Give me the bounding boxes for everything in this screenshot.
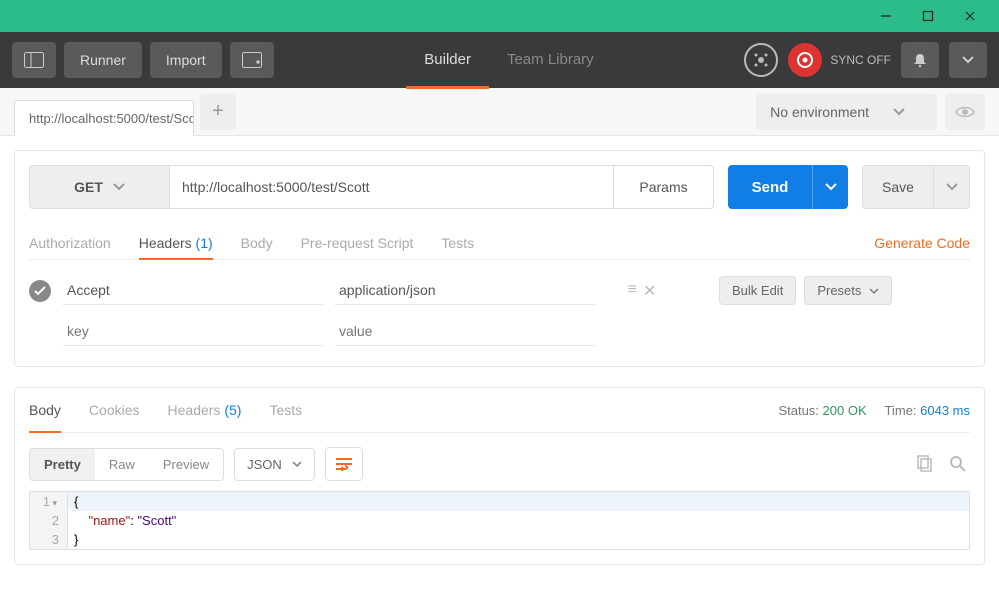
maximize-button[interactable] bbox=[907, 0, 949, 32]
environment-label: No environment bbox=[770, 104, 869, 120]
user-menu-button[interactable] bbox=[949, 42, 987, 78]
header-row-empty bbox=[29, 311, 970, 352]
request-tab[interactable]: http://localhost:5000/test/Scott bbox=[14, 100, 194, 136]
request-builder: GET Params Send Save Authorization Heade… bbox=[14, 150, 985, 367]
send-dropdown-button[interactable] bbox=[812, 165, 848, 209]
close-button[interactable] bbox=[949, 0, 991, 32]
bulk-edit-button[interactable]: Bulk Edit bbox=[719, 276, 796, 305]
header-key-input-empty[interactable] bbox=[63, 317, 323, 346]
drag-handle-icon[interactable]: ≡ bbox=[628, 281, 637, 301]
tab-headers-count: (1) bbox=[196, 235, 213, 251]
tab-builder[interactable]: Builder bbox=[406, 32, 489, 88]
tab-team-library[interactable]: Team Library bbox=[489, 32, 612, 88]
generate-code-link[interactable]: Generate Code bbox=[874, 227, 970, 259]
tab-prerequest-script[interactable]: Pre-request Script bbox=[301, 227, 414, 259]
response-tab-headers-count: (5) bbox=[224, 402, 241, 418]
response-body-code[interactable]: 1 ▾ { 2 "name": "Scott" 3 } bbox=[29, 491, 970, 550]
response-tab-cookies[interactable]: Cookies bbox=[89, 388, 140, 432]
url-input[interactable] bbox=[169, 165, 614, 209]
response-format-label: JSON bbox=[247, 457, 282, 472]
runner-button[interactable]: Runner bbox=[64, 42, 142, 78]
response-tab-body[interactable]: Body bbox=[29, 388, 61, 432]
remove-header-icon[interactable]: ✕ bbox=[643, 281, 656, 301]
sidebar-toggle-button[interactable] bbox=[12, 42, 56, 78]
response-status: Status: 200 OK Time: 6043 ms bbox=[778, 403, 970, 418]
copy-response-icon[interactable] bbox=[912, 455, 936, 473]
chevron-down-icon bbox=[292, 461, 302, 467]
http-method-select[interactable]: GET bbox=[29, 165, 169, 209]
header-value-input-empty[interactable] bbox=[335, 317, 595, 346]
tab-headers-label: Headers bbox=[139, 235, 192, 251]
header-row: ≡ ✕ Bulk Edit Presets bbox=[29, 270, 970, 311]
topbar: Runner Import Builder Team Library SYNC … bbox=[0, 32, 999, 88]
tab-body[interactable]: Body bbox=[241, 227, 273, 259]
header-enabled-checkbox[interactable] bbox=[29, 280, 51, 302]
chevron-down-icon bbox=[825, 183, 837, 191]
response-status-value: 200 OK bbox=[823, 403, 867, 418]
add-request-tab-button[interactable]: + bbox=[200, 94, 236, 130]
sync-status-icon[interactable] bbox=[788, 43, 822, 77]
presets-button[interactable]: Presets bbox=[804, 276, 892, 305]
window-titlebar bbox=[0, 0, 999, 32]
request-tab-bar: http://localhost:5000/test/Scott + No en… bbox=[0, 88, 999, 136]
chevron-down-icon bbox=[946, 183, 958, 191]
notifications-button[interactable] bbox=[901, 42, 939, 78]
view-preview-button[interactable]: Preview bbox=[149, 449, 223, 480]
environment-select[interactable]: No environment bbox=[756, 94, 937, 130]
tab-authorization[interactable]: Authorization bbox=[29, 227, 111, 259]
chevron-down-icon bbox=[113, 183, 125, 191]
header-value-input[interactable] bbox=[335, 276, 595, 305]
save-dropdown-button[interactable] bbox=[934, 165, 970, 209]
minimize-button[interactable] bbox=[865, 0, 907, 32]
presets-label: Presets bbox=[817, 283, 861, 298]
wrap-lines-button[interactable] bbox=[325, 447, 363, 481]
params-button[interactable]: Params bbox=[614, 165, 714, 209]
tab-tests[interactable]: Tests bbox=[441, 227, 474, 259]
response-view-mode: Pretty Raw Preview bbox=[29, 448, 224, 481]
interceptor-icon[interactable] bbox=[744, 43, 778, 77]
response-time-value: 6043 ms bbox=[920, 403, 970, 418]
view-raw-button[interactable]: Raw bbox=[95, 449, 149, 480]
http-method-label: GET bbox=[74, 179, 103, 195]
sync-status-label: SYNC OFF bbox=[830, 53, 891, 67]
response-format-select[interactable]: JSON bbox=[234, 448, 315, 481]
header-key-input[interactable] bbox=[63, 276, 323, 305]
import-button[interactable]: Import bbox=[150, 42, 222, 78]
environment-preview-button[interactable] bbox=[945, 94, 985, 130]
response-tab-headers-label: Headers bbox=[168, 402, 221, 418]
search-response-icon[interactable] bbox=[946, 455, 970, 473]
response-tab-headers[interactable]: Headers (5) bbox=[168, 388, 242, 432]
response-panel: Body Cookies Headers (5) Tests Status: 2… bbox=[14, 387, 985, 565]
send-button[interactable]: Send bbox=[728, 165, 812, 209]
save-button[interactable]: Save bbox=[862, 165, 934, 209]
view-pretty-button[interactable]: Pretty bbox=[30, 449, 95, 480]
new-tab-button[interactable] bbox=[230, 42, 274, 78]
chevron-down-icon bbox=[893, 108, 905, 116]
response-tab-tests[interactable]: Tests bbox=[269, 388, 302, 432]
tab-headers[interactable]: Headers (1) bbox=[139, 227, 213, 259]
chevron-down-icon bbox=[869, 288, 879, 294]
